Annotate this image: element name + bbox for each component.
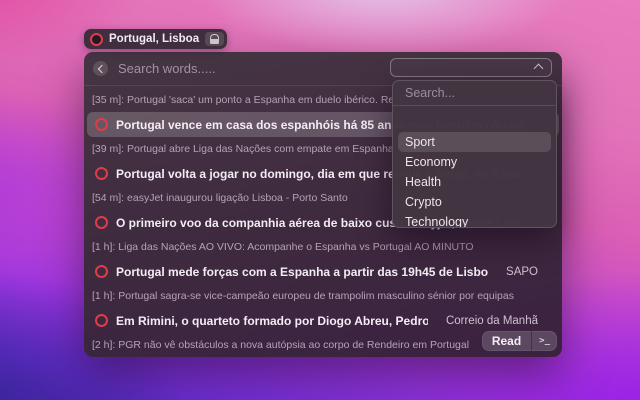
dropdown-option-economy[interactable]: Economy [398,152,551,172]
search-input[interactable]: Search words..... [118,61,216,76]
news-item-text: Portugal mede forças com a Espanha a par… [116,264,489,279]
news-item[interactable]: Em Rimini, o quarteto formado por Diogo … [87,308,559,333]
dropdown-blank-option[interactable] [393,106,556,132]
dropdown-option-list: Sport Economy Health Crypto Technology [393,132,556,227]
news-item-text: Em Rimini, o quarteto formado por Diogo … [116,313,428,328]
news-time-row: [1 h]: Portugal sagra-se vice-campeão eu… [92,290,514,302]
news-ring-icon [95,216,108,229]
news-source-label: Correio da Manhã [445,314,538,327]
news-time-row: [1 h]: Liga das Nações AO VIVO: Acompanh… [92,241,474,253]
read-button[interactable]: Read [482,331,531,351]
category-dropdown-panel: Search... Sport Economy Health Crypto Techno… [392,80,557,228]
read-button-group: Read >_ [481,331,557,351]
dropdown-search-input[interactable]: Search... [393,81,556,106]
chevron-left-icon [97,64,106,73]
dropdown-option-sport[interactable]: Sport [398,132,551,152]
lock-button[interactable] [205,32,225,46]
news-item[interactable]: Portugal mede forças com a Espanha a par… [87,259,559,284]
category-select[interactable] [390,58,552,77]
dropdown-option-technology[interactable]: Technology [398,212,551,227]
news-source-label: SAPO [506,265,538,278]
back-button[interactable] [93,61,108,76]
news-ring-icon [95,118,108,131]
dropdown-option-crypto[interactable]: Crypto [398,192,551,212]
news-ring-icon [95,167,108,180]
chevron-up-icon [533,63,544,74]
location-tag[interactable]: Portugal, Lisboa [84,29,228,49]
terminal-button[interactable]: >_ [531,331,557,351]
news-ring-icon [95,314,108,327]
record-ring-icon [90,32,103,46]
location-tag-label: Portugal, Lisboa [109,33,200,45]
news-ring-icon [95,265,108,278]
dropdown-option-health[interactable]: Health [398,172,551,192]
